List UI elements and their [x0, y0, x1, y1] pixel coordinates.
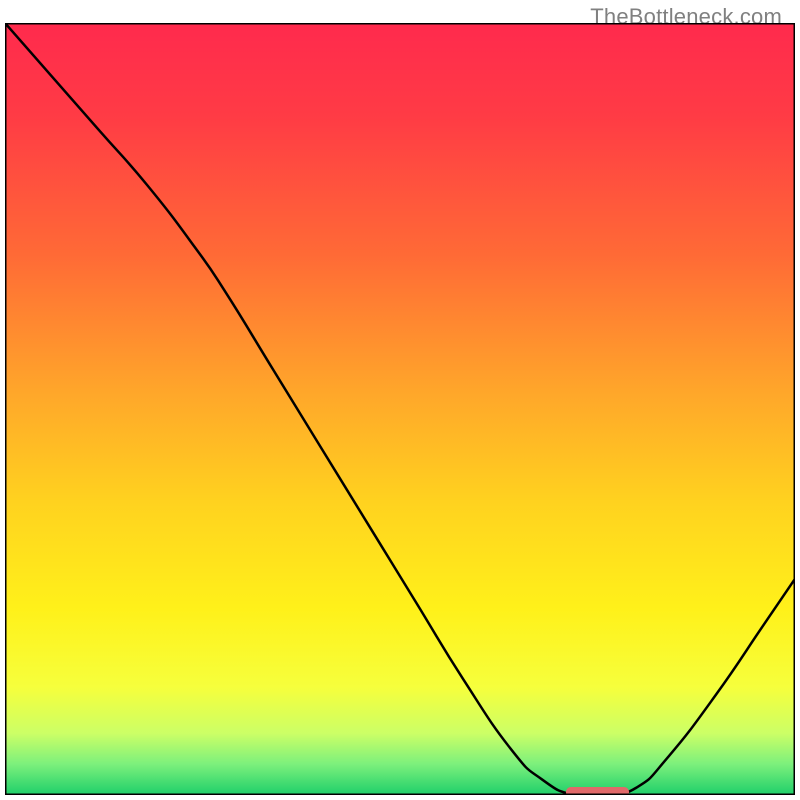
bottleneck-chart [5, 23, 795, 795]
chart-container: TheBottleneck.com [0, 0, 800, 800]
